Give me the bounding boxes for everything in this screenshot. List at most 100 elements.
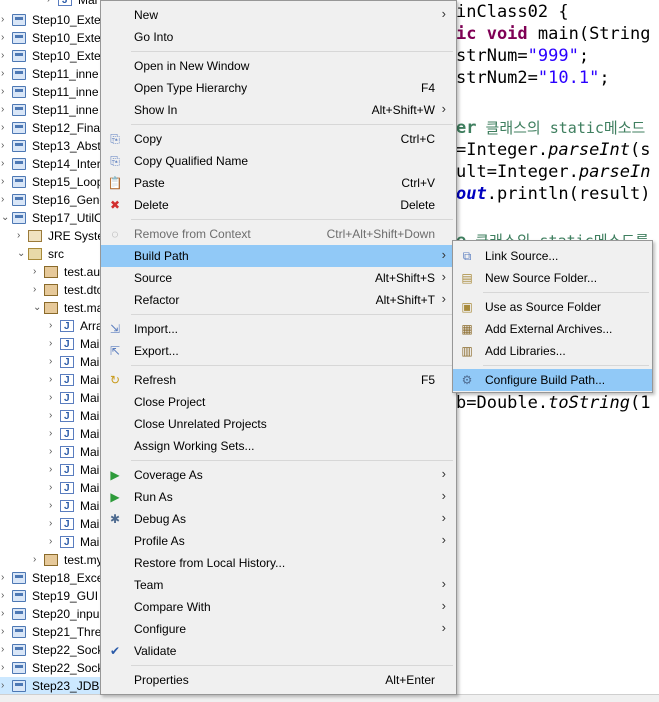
expand-arrow-icon[interactable]: › — [49, 353, 59, 371]
menu-item-coverage-as[interactable]: ▶ Coverage As › — [101, 464, 456, 486]
menu-item-configure-build-path[interactable]: ⚙ Configure Build Path... — [453, 369, 652, 391]
tree-item[interactable]: › Step11_inne — [0, 65, 110, 83]
tree-item[interactable]: › Mai — [0, 497, 110, 516]
menu-item-use-as-source-folder[interactable]: ▣ Use as Source Folder — [453, 296, 652, 318]
menu-item-export[interactable]: ⇱ Export... — [101, 340, 456, 362]
tree-item[interactable]: › Mai — [0, 425, 110, 444]
expand-arrow-icon[interactable]: › — [47, 0, 57, 9]
menu-item-new-source-folder[interactable]: ▤ New Source Folder... — [453, 267, 652, 289]
menu-item-go-into[interactable]: Go Into — [101, 26, 456, 48]
tree-item[interactable]: › Mai — [0, 389, 110, 408]
expand-arrow-icon[interactable]: › — [49, 461, 59, 479]
menu-item-run-as[interactable]: ▶ Run As › — [101, 486, 456, 508]
tree-item[interactable]: › Step10_Exter — [0, 47, 110, 65]
tree-item[interactable]: › Mai — [0, 533, 110, 552]
expand-arrow-icon[interactable]: › — [1, 11, 11, 29]
menu-item-build-path[interactable]: Build Path › — [101, 245, 456, 267]
expand-arrow-icon[interactable]: › — [1, 65, 11, 83]
expand-arrow-icon[interactable]: › — [1, 587, 11, 605]
expand-arrow-icon[interactable]: › — [1, 659, 11, 677]
menu-item-refactor[interactable]: Refactor Alt+Shift+T › — [101, 289, 456, 311]
tree-item[interactable]: › Mai — [0, 353, 110, 372]
tree-item[interactable]: › Step11_inne — [0, 83, 110, 101]
collapse-arrow-icon[interactable]: ⌄ — [1, 209, 11, 227]
menu-item-copy-qualified-name[interactable]: ⎘ Copy Qualified Name — [101, 150, 456, 172]
menu-item-close-unrelated-projects[interactable]: Close Unrelated Projects — [101, 413, 456, 435]
expand-arrow-icon[interactable]: › — [49, 515, 59, 533]
tree-item[interactable]: › Step16_Gene — [0, 191, 110, 209]
tree-item[interactable]: › Mai — [0, 407, 110, 426]
tree-item[interactable]: › Step12_Final — [0, 119, 110, 137]
menu-item-add-external-archives[interactable]: ▦ Add External Archives... — [453, 318, 652, 340]
tree-item[interactable]: › Step22_Sock — [0, 659, 110, 677]
tree-item[interactable]: › Mai — [0, 515, 110, 534]
menu-item-team[interactable]: Team › — [101, 574, 456, 596]
tree-item[interactable]: › Step20_inpu — [0, 605, 110, 623]
tree-item[interactable]: › Step13_Abst — [0, 137, 110, 155]
tree-item[interactable]: › Step10_Exter — [0, 11, 110, 29]
menu-item-copy[interactable]: ⎘ Copy Ctrl+C — [101, 128, 456, 150]
expand-arrow-icon[interactable]: › — [1, 677, 11, 695]
expand-arrow-icon[interactable]: › — [1, 29, 11, 47]
menu-item-close-project[interactable]: Close Project — [101, 391, 456, 413]
tree-item[interactable]: › test.au — [0, 263, 110, 281]
tree-item[interactable]: › test.dto — [0, 281, 110, 299]
menu-item-show-in[interactable]: Show In Alt+Shift+W › — [101, 99, 456, 121]
expand-arrow-icon[interactable]: › — [49, 335, 59, 353]
tree-item[interactable]: › Step14_Inter — [0, 155, 110, 173]
expand-arrow-icon[interactable]: › — [33, 281, 43, 299]
expand-arrow-icon[interactable]: › — [49, 389, 59, 407]
menu-item-source[interactable]: Source Alt+Shift+S › — [101, 267, 456, 289]
tree-item[interactable]: › Mai — [0, 371, 110, 390]
expand-arrow-icon[interactable]: › — [1, 641, 11, 659]
expand-arrow-icon[interactable]: › — [49, 479, 59, 497]
menu-item-link-source[interactable]: ⧉ Link Source... — [453, 245, 652, 267]
expand-arrow-icon[interactable]: › — [1, 191, 11, 209]
expand-arrow-icon[interactable]: › — [49, 425, 59, 443]
expand-arrow-icon[interactable]: › — [1, 623, 11, 641]
expand-arrow-icon[interactable]: › — [1, 101, 11, 119]
menu-item-restore-from-local-history[interactable]: Restore from Local History... — [101, 552, 456, 574]
tree-item[interactable]: › Step18_Exce — [0, 569, 110, 587]
menu-item-configure[interactable]: Configure › — [101, 618, 456, 640]
tree-item[interactable]: › JRE Syster — [0, 227, 110, 245]
tree-item[interactable]: › Mai — [0, 0, 110, 10]
menu-item-open-type-hierarchy[interactable]: Open Type Hierarchy F4 — [101, 77, 456, 99]
expand-arrow-icon[interactable]: › — [1, 47, 11, 65]
expand-arrow-icon[interactable]: › — [1, 137, 11, 155]
menu-item-assign-working-sets[interactable]: Assign Working Sets... — [101, 435, 456, 457]
expand-arrow-icon[interactable]: › — [49, 533, 59, 551]
expand-arrow-icon[interactable]: › — [17, 227, 27, 245]
menu-item-compare-with[interactable]: Compare With › — [101, 596, 456, 618]
tree-item[interactable]: › Step11_inne — [0, 101, 110, 119]
tree-item[interactable]: › Mai — [0, 335, 110, 354]
tree-item[interactable]: ⌄ test.ma — [0, 299, 110, 317]
menu-item-open-in-new-window[interactable]: Open in New Window — [101, 55, 456, 77]
tree-item[interactable]: › test.my — [0, 551, 110, 569]
expand-arrow-icon[interactable]: › — [33, 551, 43, 569]
context-menu[interactable]: New › Go Into Open in New Window Open Type H… — [100, 0, 457, 695]
expand-arrow-icon[interactable]: › — [49, 407, 59, 425]
expand-arrow-icon[interactable]: › — [1, 83, 11, 101]
tree-item[interactable]: › Step15_Loop — [0, 173, 110, 191]
menu-item-refresh[interactable]: ↻ Refresh F5 — [101, 369, 456, 391]
tree-item[interactable]: › Step19_GUI — [0, 587, 110, 605]
tree-item[interactable]: › Step23_JDBC — [0, 677, 110, 695]
tree-item[interactable]: › Step10_Exter — [0, 29, 110, 47]
expand-arrow-icon[interactable]: › — [49, 497, 59, 515]
menu-item-remove-from-context[interactable]: ◌ Remove from Context Ctrl+Alt+Shift+Down — [101, 223, 456, 245]
menu-item-add-libraries[interactable]: ▥ Add Libraries... — [453, 340, 652, 362]
expand-arrow-icon[interactable]: › — [49, 443, 59, 461]
tree-item[interactable]: › Mai — [0, 461, 110, 480]
expand-arrow-icon[interactable]: › — [33, 263, 43, 281]
build-path-submenu[interactable]: ⧉ Link Source... ▤ New Source Folder... ▣ Use… — [452, 240, 653, 393]
tree-item[interactable]: ⌄ src — [0, 245, 110, 263]
menu-item-delete[interactable]: ✖ Delete Delete — [101, 194, 456, 216]
collapse-arrow-icon[interactable]: ⌄ — [17, 245, 27, 263]
collapse-arrow-icon[interactable]: ⌄ — [33, 299, 43, 317]
menu-item-properties[interactable]: Properties Alt+Enter — [101, 669, 456, 691]
expand-arrow-icon[interactable]: › — [49, 317, 59, 335]
menu-item-new[interactable]: New › — [101, 4, 456, 26]
expand-arrow-icon[interactable]: › — [49, 371, 59, 389]
tree-item[interactable]: ›Arra — [0, 317, 110, 336]
